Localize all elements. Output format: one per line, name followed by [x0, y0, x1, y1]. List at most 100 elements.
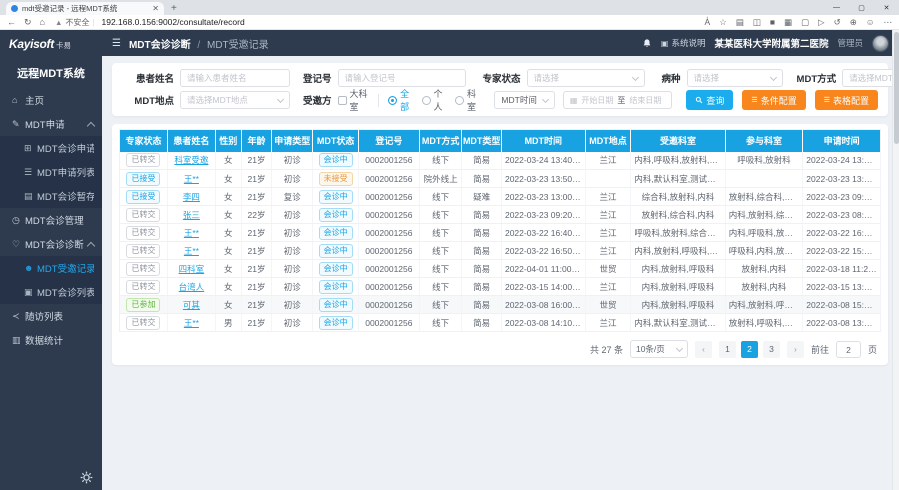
age-cell: 21岁: [241, 170, 271, 188]
next-page-button[interactable]: ›: [787, 341, 804, 358]
sidebar-item-home[interactable]: ⌂主页: [0, 88, 102, 112]
page-size-select[interactable]: 10条/页: [630, 340, 688, 358]
browser-tab[interactable]: mdt受邀记录 - 远程MDT系统 ✕: [6, 2, 164, 15]
back-icon[interactable]: ←: [7, 17, 16, 28]
copilot-icon[interactable]: ▷: [818, 17, 825, 28]
apply-type-cell: 初诊: [272, 296, 313, 314]
tab-close-icon[interactable]: ✕: [152, 4, 159, 13]
scrollbar-thumb[interactable]: [894, 32, 899, 144]
table-body: 已转交科室受邀女21岁初诊会诊中0002001256线下简易2022-03-24…: [120, 152, 881, 332]
mdt-place-select[interactable]: 请选择MDT地点: [180, 91, 290, 109]
security-chip[interactable]: ▲ 不安全 |: [55, 17, 95, 28]
downloads-icon[interactable]: ⊕: [850, 17, 857, 28]
new-tab-button[interactable]: +: [171, 3, 177, 14]
mdt-mode-select[interactable]: 请选择MDT方式: [842, 69, 899, 87]
minimize-icon[interactable]: —: [824, 4, 849, 11]
patient-name-link[interactable]: 王**: [184, 318, 199, 328]
gender-cell: 女: [215, 260, 241, 278]
text-size-icon[interactable]: A̾: [704, 17, 710, 28]
sidebar-item-followup-list[interactable]: ≺随访列表: [0, 304, 102, 328]
apply-time-cell: 2022-03-08 13:06:56: [803, 314, 881, 332]
sidebar-item-mdt-manage[interactable]: ◷MDT会诊管理: [0, 208, 102, 232]
maximize-icon[interactable]: ▢: [849, 4, 874, 12]
apply-time-cell: 2022-03-22 15:57:03: [803, 242, 881, 260]
age-cell: 21岁: [241, 242, 271, 260]
goto-page-input[interactable]: 2: [836, 341, 861, 358]
scrollbar-track[interactable]: [892, 30, 899, 490]
history-icon[interactable]: ↺: [834, 17, 841, 28]
home-icon[interactable]: ⌂: [40, 17, 45, 28]
big-dept-checkbox[interactable]: 大科室: [338, 87, 370, 113]
invitee-radio-dept[interactable]: 科室: [455, 87, 479, 113]
patient-name-link[interactable]: 科室受邀: [174, 155, 208, 165]
prev-page-button[interactable]: ‹: [695, 341, 712, 358]
url-text[interactable]: 192.168.0.156:9002/consultate/record: [102, 17, 245, 27]
disease-select[interactable]: 请选择: [687, 69, 783, 87]
sidebar-item-mdt-apply-draft[interactable]: ▤MDT会诊暂存: [0, 184, 102, 208]
mdt-mode-cell: 线下: [419, 296, 462, 314]
patient-name-link[interactable]: 四科室: [179, 264, 205, 274]
joined-depts-cell: 放射科,呼吸科,默认科室,测...: [725, 314, 803, 332]
collections-icon[interactable]: ▤: [736, 17, 744, 28]
browser-tabstrip: mdt受邀记录 - 远程MDT系统 ✕ + —▢✕: [0, 0, 899, 15]
sidebar-item-data-stats[interactable]: ▥数据统计: [0, 328, 102, 352]
invited-depts-cell: 内科,呼吸科,放射科,综合科: [631, 152, 725, 170]
patient-name-link[interactable]: 王**: [184, 174, 199, 184]
collapse-menu-icon[interactable]: ☰: [112, 38, 121, 49]
time-type-select[interactable]: MDT时间: [494, 91, 554, 109]
sidebar-item-mdt-apply-list[interactable]: ☰MDT申请列表: [0, 160, 102, 184]
sidebar-item-mdt-consult-list[interactable]: ▣MDT会诊列表: [0, 280, 102, 304]
mdt-time-cell: 2022-03-22 16:50:00: [501, 242, 585, 260]
patient-name-link[interactable]: 李四: [183, 192, 200, 202]
page-button-2[interactable]: 2: [741, 341, 758, 358]
system-help-link[interactable]: ▣ 系统说明: [661, 37, 706, 49]
sidebar-item-mdt-diagnosis[interactable]: ♡MDT会诊诊断: [0, 232, 102, 256]
patient-name-link[interactable]: 台湾人: [179, 282, 205, 292]
page-button-1[interactable]: 1: [719, 341, 736, 358]
patient-name-link[interactable]: 可其: [183, 300, 200, 310]
register-no-cell: 0002001256: [358, 242, 419, 260]
apply-type-cell: 初诊: [272, 260, 313, 278]
more-icon[interactable]: ⋯: [884, 17, 893, 28]
sidebar-icon[interactable]: ▢: [801, 17, 809, 28]
bell-icon[interactable]: [642, 38, 652, 49]
page-button-3[interactable]: 3: [763, 341, 780, 358]
total-count: 共 27 条: [590, 343, 623, 356]
settings-gear-icon[interactable]: [80, 471, 93, 484]
patient-name-link[interactable]: 王**: [184, 228, 199, 238]
sidebar-item-mdt-apply-request[interactable]: ⊞MDT会诊申请: [0, 136, 102, 160]
table-row: 已转交张三女22岁初诊会诊中0002001256线下简易2022-03-23 0…: [120, 206, 881, 224]
invitee-radio-personal[interactable]: 个人: [422, 87, 446, 113]
apply-type-cell: 初诊: [272, 278, 313, 296]
filter-panel: 患者姓名 登记号 专家状态 请选择: [112, 63, 888, 116]
search-button[interactable]: 查询: [686, 90, 733, 110]
patient-name-cell: 王**: [167, 314, 215, 332]
table-config-button[interactable]: ☰ 表格配置: [815, 90, 878, 110]
refresh-icon[interactable]: ↻: [24, 17, 32, 28]
mdt-type-cell: 简易: [462, 278, 502, 296]
register-no-input[interactable]: [338, 69, 466, 87]
user-avatar[interactable]: [872, 35, 889, 52]
chevron-down-icon: [631, 73, 638, 80]
favorites-icon[interactable]: ☆: [719, 17, 727, 28]
close-icon[interactable]: ✕: [874, 4, 899, 12]
sidebar-item-mdt-invite-record[interactable]: ☻MDT受邀记录: [0, 256, 102, 280]
date-range-input[interactable]: ▦ 开始日期 至 结束日期: [563, 91, 673, 109]
mdt-place-cell: 世贸: [585, 296, 631, 314]
invitee-radio-all[interactable]: 全部: [388, 87, 412, 113]
patient-name-link[interactable]: 张三: [183, 210, 200, 220]
mdt-mode-cell: 线下: [419, 260, 462, 278]
sidebar-item-mdt-apply[interactable]: ✎MDT申请: [0, 112, 102, 136]
patient-name-input[interactable]: [180, 69, 290, 87]
condition-config-button[interactable]: ☰ 条件配置: [742, 90, 805, 110]
screenshot-icon[interactable]: ■: [770, 17, 775, 28]
sidebar-item-label: 主页: [25, 93, 94, 107]
profile-icon[interactable]: ☺: [866, 17, 875, 28]
sidebar-item-label: 数据统计: [25, 333, 94, 347]
patient-name-link[interactable]: 王**: [184, 246, 199, 256]
mdt-place-label: MDT地点: [122, 93, 174, 107]
split-screen-icon[interactable]: ◫: [753, 17, 761, 28]
mdt-time-cell: 2022-03-22 16:40:00: [501, 224, 585, 242]
workspaces-icon[interactable]: ▦: [784, 17, 792, 28]
expert-status-select[interactable]: 请选择: [527, 69, 645, 87]
